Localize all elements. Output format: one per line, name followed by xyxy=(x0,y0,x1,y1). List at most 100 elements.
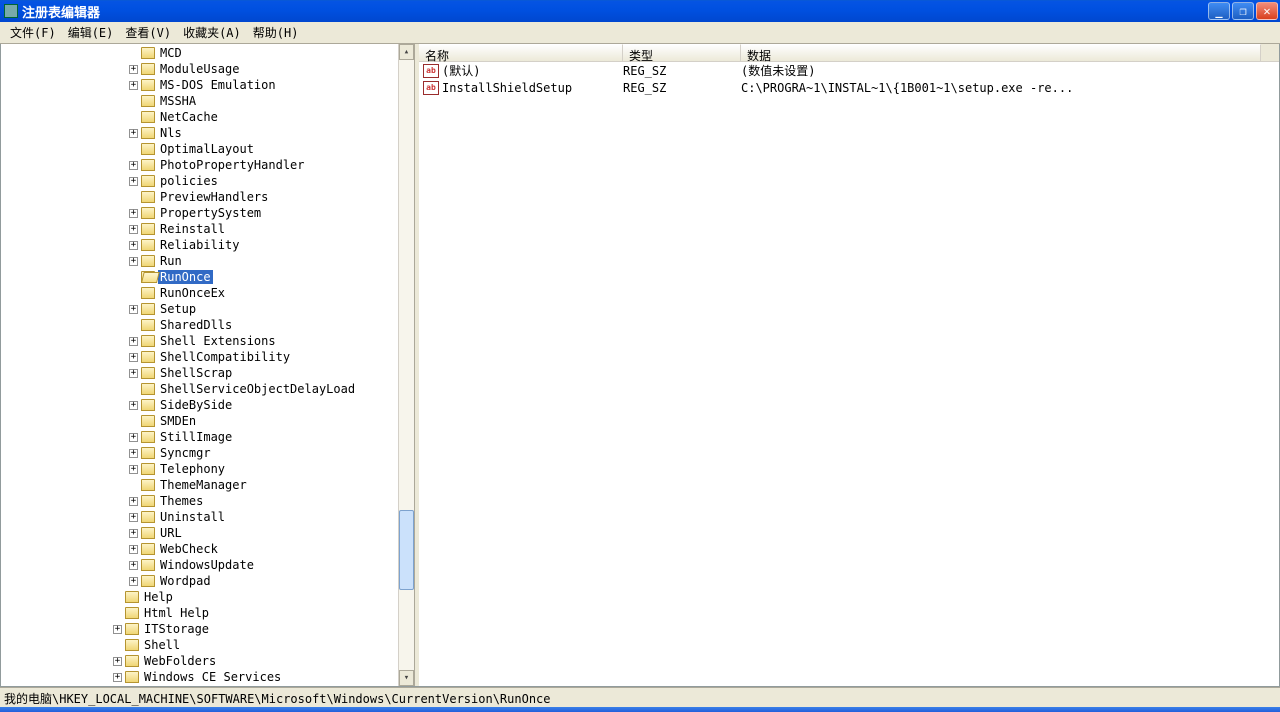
tree-node-label[interactable]: Run xyxy=(158,254,184,268)
tree-node-label[interactable]: PreviewHandlers xyxy=(158,190,270,204)
tree-node[interactable]: + Run xyxy=(1,253,414,269)
column-name[interactable]: 名称 xyxy=(419,44,623,61)
expander-icon[interactable]: + xyxy=(113,673,122,682)
tree-node-label[interactable]: Shell Extensions xyxy=(158,334,278,348)
expander-icon[interactable]: + xyxy=(129,305,138,314)
tree-node[interactable]: + Telephony xyxy=(1,461,414,477)
registry-tree[interactable]: MCD+ModuleUsage+MS-DOS EmulationMSSHANet… xyxy=(1,44,414,686)
expander-icon[interactable]: + xyxy=(129,129,138,138)
tree-node[interactable]: +ITStorage xyxy=(1,621,414,637)
tree-node-label[interactable]: ThemeManager xyxy=(158,478,249,492)
tree-node-label[interactable]: ShellServiceObjectDelayLoad xyxy=(158,382,357,396)
tree-node[interactable]: + WebCheck xyxy=(1,541,414,557)
scroll-track[interactable] xyxy=(399,60,414,670)
tree-node[interactable]: +SideBySide xyxy=(1,397,414,413)
tree-node[interactable]: + ModuleUsage xyxy=(1,61,414,77)
tree-node-label[interactable]: ShellCompatibility xyxy=(158,350,292,364)
tree-node-label[interactable]: Nls xyxy=(158,126,184,140)
expander-icon[interactable]: + xyxy=(129,241,138,250)
tree-node-label[interactable]: SMDEn xyxy=(158,414,198,428)
tree-node-label[interactable]: WebFolders xyxy=(142,654,218,668)
tree-node[interactable]: + PhotoPropertyHandler xyxy=(1,157,414,173)
tree-node[interactable]: OptimalLayout xyxy=(1,141,414,157)
tree-node[interactable]: +URL xyxy=(1,525,414,541)
tree-node-label[interactable]: NetCache xyxy=(158,110,220,124)
tree-node-label[interactable]: URL xyxy=(158,526,184,540)
tree-node[interactable]: Help xyxy=(1,589,414,605)
tree-node[interactable]: NetCache xyxy=(1,109,414,125)
menu-favorites[interactable]: 收藏夹(A) xyxy=(177,22,247,43)
tree-node[interactable]: + Setup xyxy=(1,301,414,317)
tree-node-label[interactable]: PropertySystem xyxy=(158,206,263,220)
tree-node-label[interactable]: policies xyxy=(158,174,220,188)
tree-node-label[interactable]: MS-DOS Emulation xyxy=(158,78,278,92)
expander-icon[interactable]: + xyxy=(129,161,138,170)
tree-node-label[interactable]: RunOnceEx xyxy=(158,286,227,300)
tree-node[interactable]: +Wordpad xyxy=(1,573,414,589)
expander-icon[interactable]: + xyxy=(129,225,138,234)
tree-node[interactable]: Shell xyxy=(1,637,414,653)
expander-icon[interactable]: + xyxy=(113,657,122,666)
tree-node-label[interactable]: RunOnce xyxy=(158,270,213,284)
tree-node[interactable]: RunOnceEx xyxy=(1,285,414,301)
titlebar[interactable]: 注册表编辑器 _ ❐ ✕ xyxy=(0,0,1280,22)
value-row[interactable]: abInstallShieldSetupREG_SZC:\PROGRA~1\IN… xyxy=(419,79,1279,96)
menu-help[interactable]: 帮助(H) xyxy=(247,22,305,43)
tree-node[interactable]: SharedDlls xyxy=(1,317,414,333)
tree-node-label[interactable]: SharedDlls xyxy=(158,318,234,332)
tree-node[interactable]: +WindowsUpdate xyxy=(1,557,414,573)
expander-icon[interactable]: + xyxy=(129,209,138,218)
tree-scrollbar[interactable]: ▴ ▾ xyxy=(398,44,414,686)
tree-node-label[interactable]: Shell xyxy=(142,638,182,652)
tree-node[interactable]: + ShellScrap xyxy=(1,365,414,381)
tree-node[interactable]: + StillImage xyxy=(1,429,414,445)
tree-node[interactable]: + policies xyxy=(1,173,414,189)
expander-icon[interactable]: + xyxy=(129,545,138,554)
tree-node[interactable]: ShellServiceObjectDelayLoad xyxy=(1,381,414,397)
tree-node[interactable]: + Nls xyxy=(1,125,414,141)
tree-node[interactable]: RunOnce xyxy=(1,269,414,285)
expander-icon[interactable]: + xyxy=(129,177,138,186)
expander-icon[interactable]: + xyxy=(129,369,138,378)
tree-node[interactable]: +Windows CE Services xyxy=(1,669,414,685)
tree-node-label[interactable]: ModuleUsage xyxy=(158,62,241,76)
expander-icon[interactable]: + xyxy=(129,81,138,90)
tree-node-label[interactable]: Telephony xyxy=(158,462,227,476)
tree-node-label[interactable]: WebCheck xyxy=(158,542,220,556)
tree-node-label[interactable]: Html Help xyxy=(142,606,211,620)
scroll-up-button[interactable]: ▴ xyxy=(399,44,414,60)
value-list[interactable]: ab(默认)REG_SZ(数值未设置)abInstallShieldSetupR… xyxy=(419,62,1279,686)
tree-node[interactable]: Html Help xyxy=(1,605,414,621)
expander-icon[interactable]: + xyxy=(129,465,138,474)
tree-node-label[interactable]: ShellScrap xyxy=(158,366,234,380)
tree-node-label[interactable]: OptimalLayout xyxy=(158,142,256,156)
tree-node[interactable]: + Reinstall xyxy=(1,221,414,237)
scroll-down-button[interactable]: ▾ xyxy=(399,670,414,686)
tree-node[interactable]: +Syncmgr xyxy=(1,445,414,461)
expander-icon[interactable]: + xyxy=(129,401,138,410)
tree-node[interactable]: + ShellCompatibility xyxy=(1,349,414,365)
expander-icon[interactable]: + xyxy=(129,65,138,74)
tree-node-label[interactable]: Setup xyxy=(158,302,198,316)
expander-icon[interactable]: + xyxy=(129,257,138,266)
tree-node[interactable]: MCD xyxy=(1,45,414,61)
expander-icon[interactable]: + xyxy=(129,433,138,442)
tree-node-label[interactable]: Syncmgr xyxy=(158,446,213,460)
expander-icon[interactable]: + xyxy=(129,353,138,362)
tree-node[interactable]: + PropertySystem xyxy=(1,205,414,221)
tree-node-label[interactable]: Uninstall xyxy=(158,510,227,524)
expander-icon[interactable]: + xyxy=(129,577,138,586)
tree-node-label[interactable]: Reliability xyxy=(158,238,241,252)
menu-file[interactable]: 文件(F) xyxy=(4,22,62,43)
tree-node-label[interactable]: Themes xyxy=(158,494,205,508)
expander-icon[interactable]: + xyxy=(129,497,138,506)
menu-view[interactable]: 查看(V) xyxy=(119,22,177,43)
tree-node[interactable]: +Shell Extensions xyxy=(1,333,414,349)
tree-node-label[interactable]: StillImage xyxy=(158,430,234,444)
tree-node[interactable]: PreviewHandlers xyxy=(1,189,414,205)
tree-node-label[interactable]: Help xyxy=(142,590,175,604)
tree-node-label[interactable]: Reinstall xyxy=(158,222,227,236)
tree-node-label[interactable]: PhotoPropertyHandler xyxy=(158,158,307,172)
tree-node[interactable]: + WebFolders xyxy=(1,653,414,669)
menu-edit[interactable]: 编辑(E) xyxy=(62,22,120,43)
